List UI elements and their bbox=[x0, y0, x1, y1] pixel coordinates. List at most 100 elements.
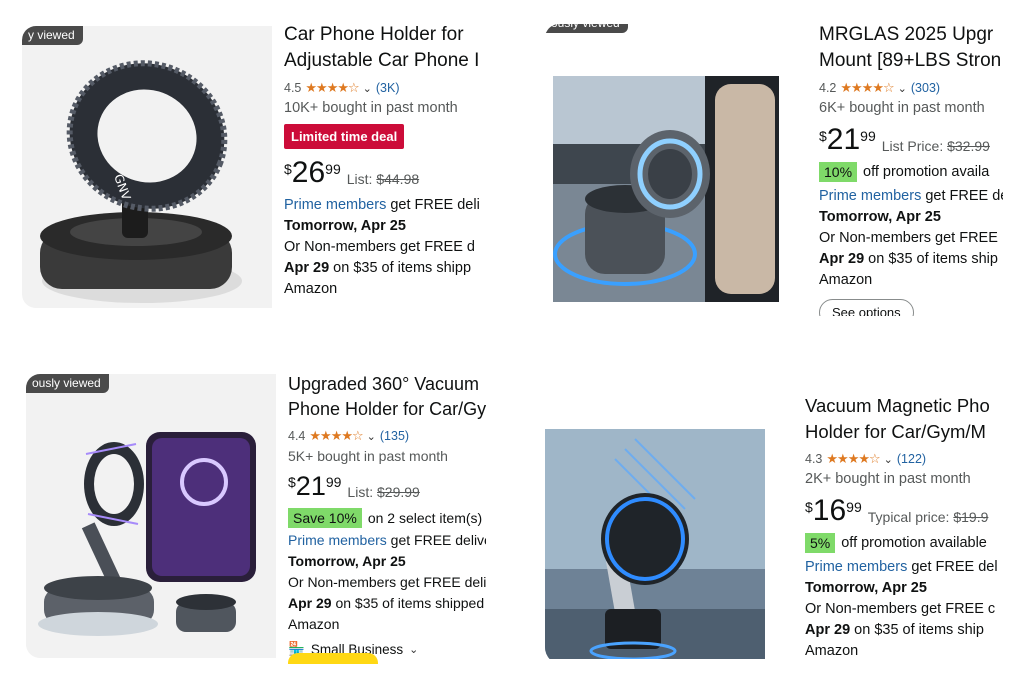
chevron-down-icon[interactable]: ⌄ bbox=[409, 643, 418, 656]
product-info-4: Vacuum Magnetic Pho Holder for Car/Gym/M… bbox=[805, 393, 1003, 665]
rating-value: 4.2 bbox=[819, 81, 837, 95]
product-title-line1[interactable]: Vacuum Magnetic Pho bbox=[805, 393, 1003, 419]
chevron-down-icon[interactable]: ⌄ bbox=[884, 453, 893, 466]
list-price: List: $29.99 bbox=[347, 484, 419, 500]
list-price-label: Typical price: bbox=[867, 509, 950, 525]
prime-members-link[interactable]: Prime members bbox=[288, 532, 387, 548]
product-title-line2[interactable]: Adjustable Car Phone I bbox=[284, 48, 484, 74]
price-fraction: 99 bbox=[860, 128, 876, 144]
review-count-link[interactable]: (303) bbox=[911, 81, 940, 95]
prime-members-link[interactable]: Prime members bbox=[819, 188, 921, 204]
list-price-value: $32.99 bbox=[947, 138, 990, 154]
rating-value: 4.4 bbox=[288, 429, 306, 443]
promotion-text: off promotion availa bbox=[863, 164, 990, 180]
chevron-down-icon[interactable]: ⌄ bbox=[363, 82, 372, 95]
prime-delivery-text: get FREE del bbox=[907, 559, 998, 575]
promotion-text: on 2 select item(s) bbox=[367, 510, 483, 526]
promotion-badge: 5% bbox=[805, 533, 836, 553]
nonmember-delivery: Or Non-members get FREE c bbox=[805, 601, 996, 617]
star-rating-icon[interactable]: ★★★★☆ bbox=[305, 80, 359, 96]
review-count-link[interactable]: (3K) bbox=[376, 81, 400, 95]
product-card-2[interactable]: ously viewed MRGLAS 2025 Upgr Mount [89+… bbox=[545, 14, 1003, 316]
product-image-1[interactable]: GNV y viewed bbox=[22, 26, 272, 308]
product-card-3[interactable]: ously viewed Upgraded 360° Vacuum Phone … bbox=[26, 368, 486, 664]
star-rating-icon[interactable]: ★★★★☆ bbox=[826, 451, 880, 467]
rating-value: 4.3 bbox=[805, 452, 823, 466]
promotion-badge: 10% bbox=[819, 162, 858, 182]
nonmember-date-text: on $35 of items ship bbox=[864, 251, 998, 267]
currency-symbol: $ bbox=[805, 499, 813, 515]
product-title-line2[interactable]: Phone Holder for Car/Gy bbox=[288, 397, 486, 422]
chevron-down-icon[interactable]: ⌄ bbox=[367, 430, 376, 443]
prime-delivery-text: get FREE delive bbox=[386, 532, 486, 548]
product-info-1: Car Phone Holder for Adjustable Car Phon… bbox=[284, 22, 484, 312]
price-row: $ 26 99 List: $44.98 bbox=[284, 157, 484, 189]
product-title-line2[interactable]: Holder for Car/Gym/M bbox=[805, 419, 1003, 445]
rating-value: 4.5 bbox=[284, 81, 302, 95]
list-price-label: List Price: bbox=[881, 138, 944, 154]
price-row: $ 21 99 List Price: $32.99 bbox=[819, 124, 1003, 156]
price-whole: 16 bbox=[812, 494, 847, 527]
seller: Amazon bbox=[284, 281, 338, 297]
product-title-line1[interactable]: Upgraded 360° Vacuum bbox=[288, 372, 486, 397]
nonmember-date-text: on $35 of items shipp bbox=[329, 260, 472, 276]
nonmember-date: Apr 29 on $35 of items ship bbox=[819, 249, 1003, 270]
previously-viewed-badge: y viewed bbox=[22, 26, 83, 45]
limited-time-deal-badge: Limited time deal bbox=[284, 124, 405, 149]
star-rating-icon[interactable]: ★★★★☆ bbox=[309, 428, 363, 444]
product-image-4[interactable] bbox=[545, 429, 765, 659]
add-to-cart-button[interactable] bbox=[288, 653, 378, 664]
prime-members-link[interactable]: Prime members bbox=[284, 197, 386, 213]
bought-past-month: 10K+ bought in past month bbox=[284, 100, 458, 116]
nonmember-date-value: Apr 29 bbox=[288, 595, 332, 611]
promotion-badge: Save 10% bbox=[288, 508, 362, 528]
product-image-3[interactable]: ously viewed bbox=[26, 374, 276, 658]
prime-delivery-text: get FREE deli bbox=[386, 197, 480, 213]
rating-row: 4.4 ★★★★☆ ⌄ (135) bbox=[288, 428, 486, 444]
price-row: $ 21 99 List: $29.99 bbox=[288, 470, 486, 502]
car-vent-mount-image bbox=[545, 24, 807, 312]
prime-members-link[interactable]: Prime members bbox=[805, 559, 907, 575]
list-price-value: $44.98 bbox=[376, 171, 420, 187]
currency-symbol: $ bbox=[819, 128, 827, 144]
delivery-date: Tomorrow, Apr 25 bbox=[288, 553, 406, 569]
review-count-link[interactable]: (135) bbox=[380, 429, 409, 443]
vacuum-mount-image bbox=[26, 374, 276, 658]
bought-past-month: 2K+ bought in past month bbox=[805, 471, 971, 487]
star-rating-icon[interactable]: ★★★★☆ bbox=[840, 80, 894, 96]
review-count-link[interactable]: (122) bbox=[897, 452, 926, 466]
price-whole: 21 bbox=[826, 123, 861, 156]
seller: Amazon bbox=[288, 616, 340, 632]
product-title-line1[interactable]: Car Phone Holder for bbox=[284, 22, 484, 48]
product-title-line1[interactable]: MRGLAS 2025 Upgr bbox=[819, 22, 1003, 48]
list-price: List: $44.98 bbox=[347, 171, 419, 187]
delivery-prime: Prime members get FREE de bbox=[819, 186, 1003, 207]
nonmember-date: Apr 29 on $35 of items ship bbox=[805, 620, 1003, 641]
chevron-down-icon[interactable]: ⌄ bbox=[898, 82, 907, 95]
nonmember-delivery: Or Non-members get FREE d bbox=[284, 239, 475, 255]
list-price: List Price: $32.99 bbox=[882, 138, 990, 154]
see-options-button[interactable]: See options bbox=[819, 299, 914, 316]
nonmember-delivery: Or Non-members get FREE bbox=[819, 230, 998, 246]
price-whole: 26 bbox=[291, 156, 326, 189]
previously-viewed-badge: ously viewed bbox=[26, 374, 109, 393]
price-fraction: 99 bbox=[325, 161, 341, 177]
delivery-prime: Prime members get FREE delive bbox=[288, 530, 486, 551]
product-image-2[interactable]: ously viewed bbox=[545, 24, 807, 312]
nonmember-delivery: Or Non-members get FREE deli bbox=[288, 574, 486, 590]
product-card-4[interactable]: Vacuum Magnetic Pho Holder for Car/Gym/M… bbox=[545, 385, 1003, 665]
nonmember-date: Apr 29 on $35 of items shipped bbox=[288, 593, 486, 614]
seller: Amazon bbox=[819, 272, 873, 288]
product-card-1[interactable]: GNV y viewed Car Phone Holder for Adjust… bbox=[22, 22, 484, 312]
price-whole: 21 bbox=[295, 471, 326, 501]
list-price-value: $29.99 bbox=[377, 484, 420, 500]
delivery-prime: Prime members get FREE deli bbox=[284, 195, 484, 216]
product-title-line2[interactable]: Mount [89+LBS Stron bbox=[819, 48, 1003, 74]
currency-symbol: $ bbox=[284, 161, 292, 177]
rating-row: 4.3 ★★★★☆ ⌄ (122) bbox=[805, 451, 1003, 467]
magnetic-vacuum-mount-image bbox=[545, 429, 765, 659]
nonmember-date-text: on $35 of items shipped bbox=[331, 595, 485, 611]
product-info-2: MRGLAS 2025 Upgr Mount [89+LBS Stron 4.2… bbox=[819, 22, 1003, 316]
price-fraction: 99 bbox=[846, 499, 862, 515]
price-row: $ 16 99 Typical price: $19.9 bbox=[805, 495, 1003, 527]
